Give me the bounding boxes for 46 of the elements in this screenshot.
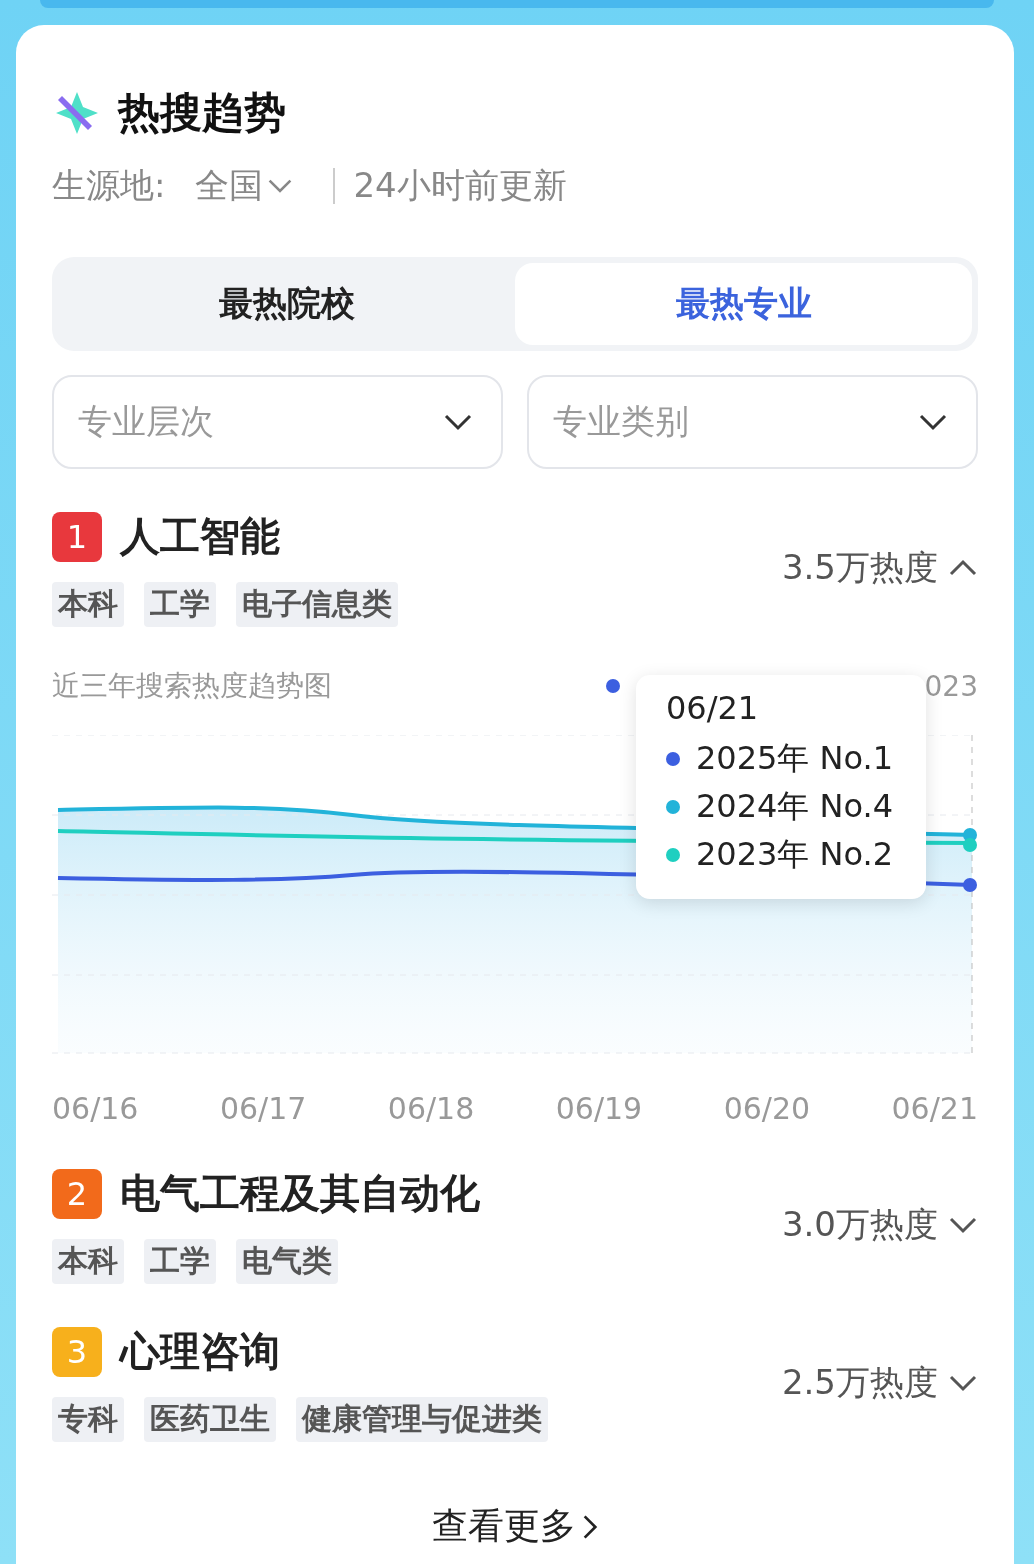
tab[interactable]: 最热院校 xyxy=(58,263,515,345)
chevron-up-icon xyxy=(948,559,978,577)
chevron-right-icon xyxy=(582,1512,598,1541)
major-name: 人工智能 xyxy=(120,512,280,561)
rank-badge: 3 xyxy=(52,1326,102,1377)
rank-badge: 1 xyxy=(52,511,102,562)
data-point xyxy=(963,878,977,892)
tooltip-value: 2025年 No.1 xyxy=(696,738,894,779)
tooltip-date: 06/21 xyxy=(666,689,760,727)
section-title: 热搜趋势 xyxy=(118,87,286,139)
chart-title: 近三年搜索热度趋势图 xyxy=(52,668,332,704)
axis-label: 06/17 xyxy=(219,1091,307,1126)
tag: 健康管理与促进类 xyxy=(296,1397,548,1442)
heat-toggle[interactable]: 2.5万热度 xyxy=(781,1360,978,1406)
heat-toggle[interactable]: 3.5万热度 xyxy=(781,545,978,591)
tag: 电气类 xyxy=(236,1239,338,1284)
update-time: 24小时前更新 xyxy=(353,164,567,207)
axis-label: 06/21 xyxy=(891,1091,978,1126)
tag: 电子信息类 xyxy=(236,582,398,627)
axis-label: 06/18 xyxy=(387,1091,475,1126)
tag: 工学 xyxy=(144,582,216,627)
tooltip-value: 2024年 No.4 xyxy=(696,786,894,827)
chevron-down-icon xyxy=(267,178,294,194)
axis-label: 06/20 xyxy=(723,1091,811,1126)
legend-label: 023 xyxy=(924,669,978,703)
heat-toggle[interactable]: 3.0万热度 xyxy=(781,1202,978,1248)
tag: 工学 xyxy=(144,1239,216,1284)
more-link[interactable]: 查看更多 xyxy=(405,1502,625,1551)
origin-dropdown[interactable]: 全国 xyxy=(195,163,294,209)
major-name: 心理咨询 xyxy=(120,1327,280,1376)
chevron-down-icon xyxy=(443,413,473,431)
tag: 专科 xyxy=(52,1397,124,1442)
tooltip-value: 2023年 No.2 xyxy=(696,834,894,875)
chevron-down-icon xyxy=(948,1216,978,1234)
axis-label: 06/19 xyxy=(555,1091,643,1126)
tab[interactable]: 最热专业 xyxy=(515,263,972,345)
data-point xyxy=(963,838,977,852)
tag: 本科 xyxy=(52,582,124,627)
chevron-down-icon xyxy=(918,413,948,431)
tag: 医药卫生 xyxy=(144,1397,276,1442)
axis-label: 06/16 xyxy=(52,1091,139,1126)
chevron-down-icon xyxy=(948,1374,978,1392)
tag: 本科 xyxy=(52,1239,124,1284)
origin-label: 生源地: xyxy=(52,164,166,207)
major-name: 电气工程及其自动化 xyxy=(120,1169,480,1218)
rank-badge: 2 xyxy=(52,1168,102,1219)
